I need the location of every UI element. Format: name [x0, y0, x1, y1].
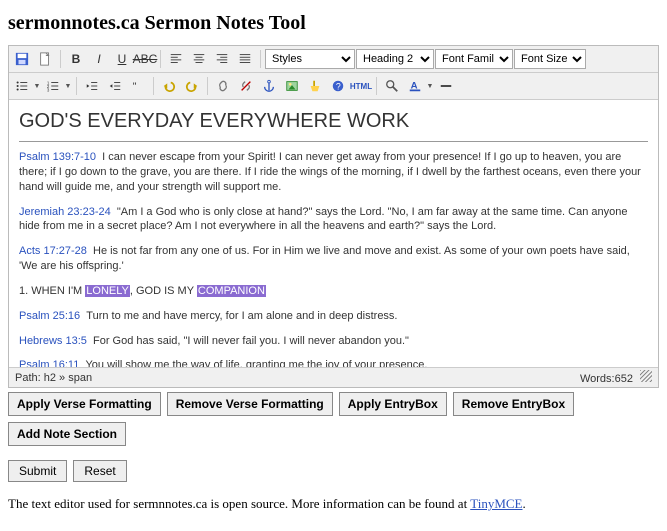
outdent-button[interactable]: [81, 75, 103, 97]
document-heading: GOD'S EVERYDAY EVERYWHERE WORK: [19, 108, 648, 135]
rich-text-editor: B I U ABC Styles Heading 2 Font Family F…: [8, 45, 659, 388]
apply-verse-formatting-button[interactable]: Apply Verse Formatting: [8, 392, 161, 416]
chevron-down-icon[interactable]: ▼: [33, 83, 41, 90]
outline-point: 1. WHEN I'M LONELY, GOD IS MY COMPANION: [19, 284, 648, 299]
bullet-list-button[interactable]: [11, 75, 33, 97]
format-select[interactable]: Heading 2: [356, 49, 434, 69]
verse-reference: Jeremiah 23:23-24: [19, 206, 111, 218]
align-center-button[interactable]: [188, 48, 210, 70]
separator: [376, 77, 377, 95]
svg-text:?: ?: [336, 82, 341, 92]
help-button[interactable]: ?: [327, 75, 349, 97]
verse-reference: Psalm 16:11: [19, 359, 79, 367]
italic-button[interactable]: I: [88, 48, 110, 70]
separator: [60, 50, 61, 68]
highlight: COMPANION: [197, 285, 266, 297]
align-left-button[interactable]: [165, 48, 187, 70]
verse-text: You will show me the way of life, granti…: [85, 359, 427, 367]
verse-block: Jeremiah 23:23-24 "Am I a God who is onl…: [19, 205, 648, 235]
verse-reference: Psalm 139:7-10: [19, 151, 96, 163]
status-bar: Path: h2 » span Words:652: [9, 367, 658, 387]
verse-block: Psalm 139:7-10 I can never escape from y…: [19, 150, 648, 195]
save-icon[interactable]: [11, 48, 33, 70]
verse-reference: Acts 17:27-28: [19, 245, 87, 257]
indent-button[interactable]: [104, 75, 126, 97]
verse-reference: Psalm 25:16: [19, 310, 80, 322]
numbered-list-button[interactable]: 123: [42, 75, 64, 97]
horizontal-rule: [19, 141, 648, 142]
submit-button[interactable]: Submit: [8, 460, 67, 482]
styles-select[interactable]: Styles: [265, 49, 355, 69]
element-path[interactable]: Path: h2 » span: [15, 372, 92, 384]
chevron-down-icon[interactable]: ▼: [64, 83, 72, 90]
font-size-select[interactable]: Font Size: [514, 49, 586, 69]
remove-verse-formatting-button[interactable]: Remove Verse Formatting: [167, 392, 333, 416]
verse-block: Hebrews 13:5 For God has said, "I will n…: [19, 334, 648, 349]
separator: [160, 50, 161, 68]
verse-text: "Am I a God who is only close at hand?" …: [19, 206, 628, 233]
editor-content[interactable]: GOD'S EVERYDAY EVERYWHERE WORK Psalm 139…: [9, 100, 658, 367]
separator: [153, 77, 154, 95]
tinymce-link[interactable]: TinyMCE: [470, 496, 522, 511]
verse-text: I can never escape from your Spirit! I c…: [19, 151, 641, 193]
link-button[interactable]: [212, 75, 234, 97]
verse-reference: Hebrews 13:5: [19, 335, 87, 347]
add-note-section-button[interactable]: Add Note Section: [8, 422, 126, 446]
image-button[interactable]: [281, 75, 303, 97]
toolbar-row-2: ▼ 123 ▼ ": [9, 73, 658, 100]
bold-button[interactable]: B: [65, 48, 87, 70]
strikethrough-button[interactable]: ABC: [134, 48, 156, 70]
undo-button[interactable]: [158, 75, 180, 97]
align-right-button[interactable]: [211, 48, 233, 70]
page-title: sermonnotes.ca Sermon Notes Tool: [8, 12, 659, 35]
html-button[interactable]: HTML: [350, 75, 372, 97]
highlight: LONELY: [85, 285, 130, 297]
reset-button[interactable]: Reset: [73, 460, 126, 482]
footer-note: The text editor used for sermnnotes.ca i…: [8, 496, 659, 512]
verse-block: Acts 17:27-28 He is not far from any one…: [19, 244, 648, 274]
redo-button[interactable]: [181, 75, 203, 97]
newdoc-icon[interactable]: [34, 48, 56, 70]
blockquote-button[interactable]: ": [127, 75, 149, 97]
font-family-select[interactable]: Font Family: [435, 49, 513, 69]
svg-text:": ": [133, 81, 137, 93]
separator: [260, 50, 261, 68]
cleanup-button[interactable]: [304, 75, 326, 97]
toolbar-row-1: B I U ABC Styles Heading 2 Font Family F…: [9, 46, 658, 73]
find-button[interactable]: [381, 75, 403, 97]
separator: [76, 77, 77, 95]
forecolor-button[interactable]: A: [404, 75, 426, 97]
action-buttons: Apply Verse Formatting Remove Verse Form…: [8, 392, 659, 446]
separator: [207, 77, 208, 95]
resize-handle[interactable]: [640, 370, 652, 382]
verse-text: He is not far from any one of us. For in…: [19, 245, 630, 272]
chevron-down-icon[interactable]: ▼: [426, 83, 434, 90]
verse-block: Psalm 25:16 Turn to me and have mercy, f…: [19, 309, 648, 324]
align-justify-button[interactable]: [234, 48, 256, 70]
anchor-button[interactable]: [258, 75, 280, 97]
apply-entrybox-button[interactable]: Apply EntryBox: [339, 392, 447, 416]
form-buttons: Submit Reset: [8, 460, 659, 482]
verse-block: Psalm 16:11 You will show me the way of …: [19, 358, 648, 367]
hr-button[interactable]: [435, 75, 457, 97]
svg-text:3: 3: [47, 87, 50, 92]
verse-text: For God has said, "I will never fail you…: [93, 335, 409, 347]
underline-button[interactable]: U: [111, 48, 133, 70]
unlink-button[interactable]: [235, 75, 257, 97]
word-count: Words:652: [580, 373, 633, 385]
verse-text: Turn to me and have mercy, for I am alon…: [86, 310, 397, 322]
remove-entrybox-button[interactable]: Remove EntryBox: [453, 392, 574, 416]
